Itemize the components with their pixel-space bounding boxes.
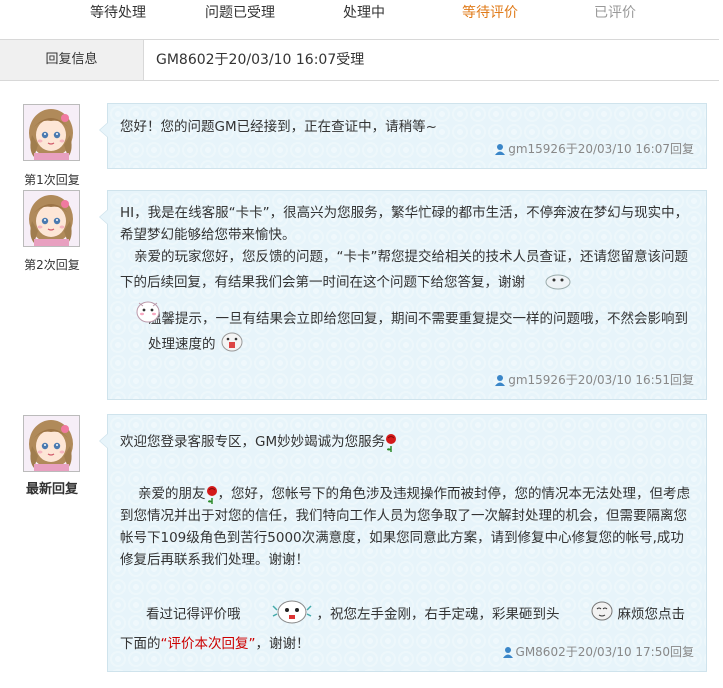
reply-text: 欢迎您登录客服专区，GM妙妙竭诚为您服务 <box>120 431 694 453</box>
reply-meta-text: gm15926于20/03/10 16:07回复 <box>508 142 694 156</box>
reply-count-label: 第2次回复 <box>24 258 80 272</box>
gm-avatar-icon <box>24 191 79 246</box>
emoticon-icon <box>560 599 618 630</box>
gm-avatar-icon <box>24 416 79 471</box>
reply-text: HI，我是在线客服“卡卡”，很高兴为您服务，繁华忙碌的都市生活，不停奔波在梦幻与… <box>120 205 689 243</box>
reply-meta-text: gm15926于20/03/10 16:51回复 <box>508 373 694 387</box>
bubble-arrow <box>99 122 108 138</box>
reply-meta-text: GM8602于20/03/10 17:50回复 <box>515 645 694 659</box>
reply-paragraph: 亲爱的玩家您好，您反馈的问题，“卡卡”帮您提交给相关的技术人员查证，还请您留意该… <box>120 249 688 291</box>
tab-awaiting-review[interactable]: 等待评价 <box>462 4 518 22</box>
reply-meta: gm15926于20/03/10 16:07回复 <box>494 140 694 157</box>
rate-this-reply-link[interactable]: “评价本次回复” <box>161 636 256 652</box>
reply-text: 亲爱的朋友 ，您好，您帐号下的角色涉及违规操作而被封停，您的情况本无法处理，但考虑… <box>120 483 694 571</box>
person-icon <box>502 647 513 658</box>
reply-paragraph: 欢迎您登录客服专区，GM妙妙竭诚为您服务 <box>120 434 386 450</box>
reply-count-label: 第1次回复 <box>24 173 80 187</box>
reply-bubble: 您好！您的问题GM已经接到，正在查证中，请稍等~ gm15926于20/03/1… <box>99 103 707 169</box>
tab-pending[interactable]: 等待处理 <box>90 4 146 22</box>
emoticon-icon <box>529 268 573 297</box>
avatar <box>23 104 80 161</box>
reply-text: 温馨提示，一旦有结果会立即给您回复，期间不需要重复提交一样的问题哦，不然会影响到… <box>120 308 694 359</box>
reply-paragraph: ，谢谢！ <box>255 636 310 652</box>
reply-info-value: GM8602于20/03/10 16:07受理 <box>156 52 365 68</box>
emoticon-icon <box>220 330 244 359</box>
reply-count-label: 最新回复 <box>25 482 78 497</box>
tab-processing[interactable]: 处理中 <box>343 4 385 22</box>
tab-accepted[interactable]: 问题已受理 <box>205 4 275 22</box>
reply-paragraph: 看过记得评价哦 <box>146 606 241 623</box>
person-icon <box>495 144 506 155</box>
tab-reviewed[interactable]: 已评价 <box>594 4 636 22</box>
reply-text: 您好！您的问题GM已经接到，正在查证中，请稍等~ <box>120 119 437 135</box>
reply-info-row: 回复信息 GM8602于20/03/10 16:07受理 <box>0 39 719 81</box>
avatar <box>23 190 80 247</box>
person-icon <box>495 375 506 386</box>
rose-icon <box>385 433 397 452</box>
reply-paragraph: 亲爱的朋友 <box>138 486 206 502</box>
bubble-arrow <box>99 209 108 225</box>
reply-meta: GM8602于20/03/10 17:50回复 <box>502 643 694 660</box>
reply-bubble: 欢迎您登录客服专区，GM妙妙竭诚为您服务 亲爱的朋友 ，您好，您帐号下的角色涉及违… <box>99 414 707 672</box>
reply-bubble: HI，我是在线客服“卡卡”，很高兴为您服务，繁华忙碌的都市生活，不停奔波在梦幻与… <box>99 190 707 400</box>
emoticon-icon <box>241 596 317 633</box>
bubble-arrow <box>99 433 108 449</box>
avatar <box>23 415 80 472</box>
emoticon-icon <box>134 297 162 329</box>
reply-text: 亲爱的玩家您好，您反馈的问题，“卡卡”帮您提交给相关的技术人员查证，还请您留意该… <box>120 246 694 297</box>
gm-avatar-icon <box>24 105 79 160</box>
reply-paragraph: ，祝您左手金刚，右手定魂，彩果砸到头 <box>316 606 560 623</box>
reply-info-label: 回复信息 <box>0 40 144 80</box>
rose-icon <box>205 485 218 504</box>
status-tabs: 等待处理 问题已受理 处理中 等待评价 已评价 <box>0 0 723 28</box>
reply-meta: gm15926于20/03/10 16:51回复 <box>494 371 694 388</box>
